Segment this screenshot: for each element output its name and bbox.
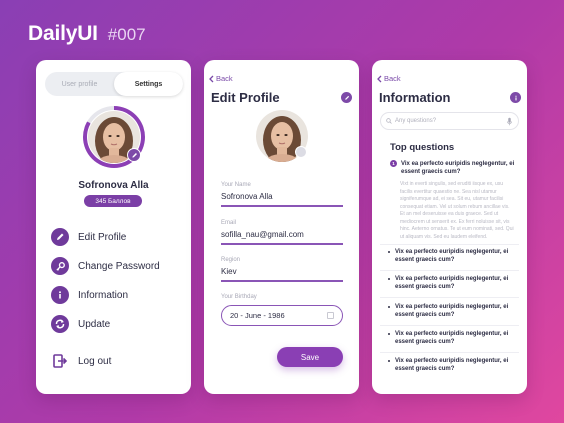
- email-field-underline: [221, 243, 343, 245]
- question-text: Vix ea perfecto euripidis neglegentur, e…: [395, 249, 509, 263]
- menu-label: Information: [78, 289, 129, 301]
- menu-label: Update: [78, 318, 111, 330]
- menu-change-password[interactable]: Change Password: [51, 257, 160, 275]
- points-badge: 345 Баллов: [84, 195, 142, 207]
- email-field[interactable]: sofilla_nau@gmail.com: [221, 230, 304, 239]
- chevron-left-icon: [209, 75, 214, 82]
- refresh-icon: [51, 315, 69, 333]
- pencil-icon: [344, 95, 349, 100]
- question-item[interactable]: Vix ea perfecto euripidis neglegentur, e…: [388, 275, 518, 291]
- tab-user-profile[interactable]: User profile: [45, 72, 114, 96]
- divider: [380, 270, 519, 271]
- back-label: Back: [384, 74, 401, 83]
- question-item[interactable]: Vix ea perfecto euripidis neglegentur, e…: [388, 330, 518, 346]
- menu-label: Log out: [78, 355, 112, 367]
- divider: [380, 297, 519, 298]
- name-field[interactable]: Sofronova Alla: [221, 192, 273, 201]
- profile-tab-switch: User profile Settings: [45, 72, 183, 96]
- tab-settings[interactable]: Settings: [114, 72, 183, 96]
- edit-button[interactable]: [341, 92, 352, 103]
- birthday-field-label: Your Birthday: [221, 294, 257, 300]
- region-field-label: Region: [221, 257, 241, 263]
- back-label: Back: [216, 74, 233, 83]
- page-title: Edit Profile: [211, 90, 280, 105]
- brand-tag: #007: [107, 25, 146, 44]
- calendar-icon: [327, 312, 334, 319]
- save-button[interactable]: Save: [277, 347, 343, 367]
- question-text: Vix ea perfecto euripidis neglegentur, e…: [395, 276, 509, 290]
- region-field[interactable]: Kiev: [221, 267, 237, 276]
- question-text: Vix ea perfecto euripidis neglegentur, e…: [395, 331, 509, 345]
- menu-information[interactable]: Information: [51, 286, 128, 304]
- menu-label: Edit Profile: [78, 231, 127, 243]
- birthday-picker[interactable]: 20 - June - 1986: [221, 305, 343, 326]
- question-text: Vix ea perfecto euripidis neglegentur, e…: [401, 161, 515, 175]
- microphone-icon[interactable]: [507, 117, 512, 126]
- brand-header: DailyUI #007: [28, 22, 146, 46]
- divider: [380, 244, 519, 245]
- key-icon: [51, 257, 69, 275]
- info-button[interactable]: [510, 92, 521, 103]
- page-title: Information: [379, 90, 451, 105]
- edit-avatar-button[interactable]: [127, 148, 141, 162]
- pencil-icon: [51, 228, 69, 246]
- answer-text: Vixt in everti singulis, sed eruditi iis…: [400, 181, 514, 240]
- question-text: Vix ea perfecto euripidis neglegentur, e…: [395, 358, 509, 372]
- question-item[interactable]: Vix ea perfecto euripidis neglegentur, e…: [388, 303, 518, 319]
- logout-icon: [51, 352, 69, 370]
- information-card: Back Information Any questions? Top ques…: [372, 60, 527, 394]
- question-item[interactable]: Vix ea perfecto euripidis neglegentur, e…: [388, 248, 518, 264]
- question-expanded[interactable]: 1 Vix ea perfecto euripidis neglegentur,…: [390, 160, 515, 241]
- chevron-left-icon: [377, 75, 382, 82]
- edit-profile-card: Back Edit Profile Your Name Sofronova Al…: [204, 60, 359, 394]
- birthday-value: 20 - June - 1986: [230, 311, 285, 320]
- pencil-icon: [131, 152, 137, 158]
- email-field-label: Email: [221, 220, 237, 226]
- brand-name: DailyUI: [28, 22, 98, 45]
- section-title: Top questions: [390, 142, 455, 153]
- back-button[interactable]: Back: [377, 74, 401, 83]
- menu-update[interactable]: Update: [51, 315, 110, 333]
- name-field-underline: [221, 205, 343, 207]
- question-item[interactable]: Vix ea perfecto euripidis neglegentur, e…: [388, 357, 518, 373]
- search-icon: [386, 118, 392, 124]
- info-icon: [51, 286, 69, 304]
- menu-label: Change Password: [78, 260, 160, 272]
- search-input[interactable]: Any questions?: [380, 112, 519, 130]
- region-field-underline: [221, 280, 343, 282]
- settings-card: User profile Settings Sofronova Alla 345…: [36, 60, 191, 394]
- back-button[interactable]: Back: [209, 74, 233, 83]
- question-number: 1: [390, 160, 397, 167]
- divider: [380, 352, 519, 353]
- menu-edit-profile[interactable]: Edit Profile: [51, 228, 126, 246]
- menu-log-out[interactable]: Log out: [51, 352, 111, 370]
- question-text: Vix ea perfecto euripidis neglegentur, e…: [395, 304, 509, 318]
- camera-icon[interactable]: [295, 146, 307, 158]
- divider: [380, 325, 519, 326]
- user-name: Sofronova Alla: [78, 180, 149, 191]
- search-placeholder: Any questions?: [395, 118, 437, 124]
- name-field-label: Your Name: [221, 182, 251, 188]
- info-icon: [514, 95, 517, 100]
